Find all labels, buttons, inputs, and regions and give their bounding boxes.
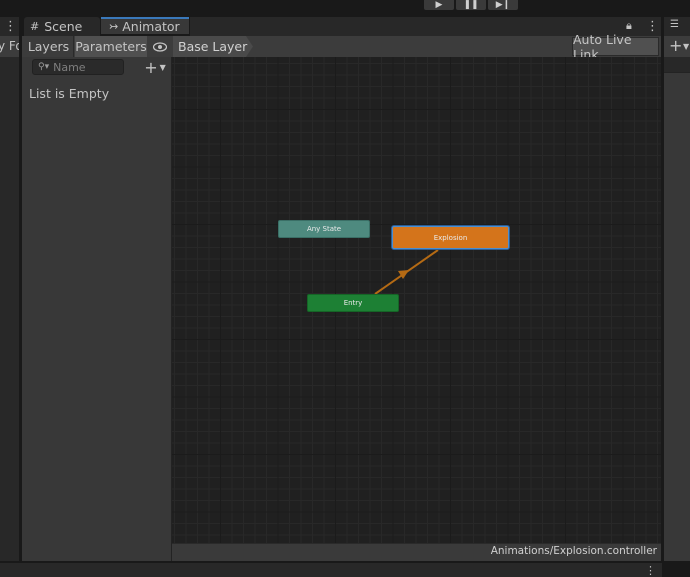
play-button[interactable]: ▶ — [424, 0, 454, 10]
state-label: Any State — [306, 225, 342, 233]
bottom-menu-icon[interactable]: ⋮ — [645, 565, 656, 576]
breadcrumb-label: Base Layer — [178, 39, 248, 54]
parameters-tab-button[interactable]: Parameters — [75, 36, 147, 57]
plus-icon: + — [144, 57, 158, 77]
left-panel-label[interactable]: y Fo — [0, 39, 19, 53]
state-label: Entry — [343, 299, 363, 307]
pause-icon: ❚❚ — [463, 0, 479, 10]
play-mode-bar — [0, 0, 690, 14]
animator-icon: ↣ — [109, 20, 119, 33]
right-panel-content — [664, 72, 690, 562]
parameters-panel — [22, 57, 172, 561]
left-panel-toolbar: y Fo — [0, 36, 19, 57]
search-placeholder: Name — [53, 60, 86, 74]
chevron-down-icon: ▼ — [159, 62, 166, 72]
parameters-label: Parameters — [75, 39, 147, 54]
search-icon: ⚲▾ — [38, 62, 50, 72]
breadcrumb-base-layer[interactable]: Base Layer — [173, 36, 253, 57]
transition-layer — [374, 249, 439, 295]
left-panel-menu-icon[interactable]: ⋮ — [4, 20, 17, 33]
tab-scene[interactable]: # Scene — [24, 17, 100, 36]
controller-path: Animations/Explosion.controller — [490, 545, 657, 557]
tab-animator[interactable]: ↣ Animator — [101, 17, 189, 34]
layers-tab-button[interactable]: Layers — [24, 36, 74, 57]
chevron-down-icon[interactable]: ▼ — [683, 42, 689, 51]
parameter-search-field[interactable]: ⚲▾ Name — [32, 59, 124, 75]
state-node-any-state[interactable]: Any State — [278, 220, 370, 238]
state-label: Explosion — [433, 233, 468, 242]
add-parameter-button[interactable]: + ▼ — [140, 57, 170, 77]
parameters-empty-message: List is Empty — [29, 86, 110, 101]
play-icon: ▶ — [435, 0, 443, 10]
pause-button[interactable]: ❚❚ — [456, 0, 486, 10]
state-node-entry[interactable]: Entry — [307, 294, 399, 312]
layers-label: Layers — [27, 39, 70, 54]
create-plus-icon[interactable]: + — [669, 36, 682, 55]
state-node-explosion[interactable]: Explosion — [392, 226, 509, 249]
eye-icon — [153, 41, 167, 52]
left-panel — [0, 17, 19, 561]
hierarchy-icon[interactable]: ☰ — [670, 19, 679, 30]
tab-scene-label: Scene — [44, 19, 83, 34]
bottom-panel-header — [0, 563, 662, 577]
tab-animator-label: Animator — [122, 19, 180, 34]
auto-live-link-button[interactable]: Auto Live Link — [572, 32, 659, 62]
grid-icon: # — [30, 20, 40, 33]
step-icon: ▶❙ — [495, 0, 511, 10]
step-button[interactable]: ▶❙ — [488, 0, 518, 10]
eye-toggle-button[interactable] — [148, 36, 172, 57]
